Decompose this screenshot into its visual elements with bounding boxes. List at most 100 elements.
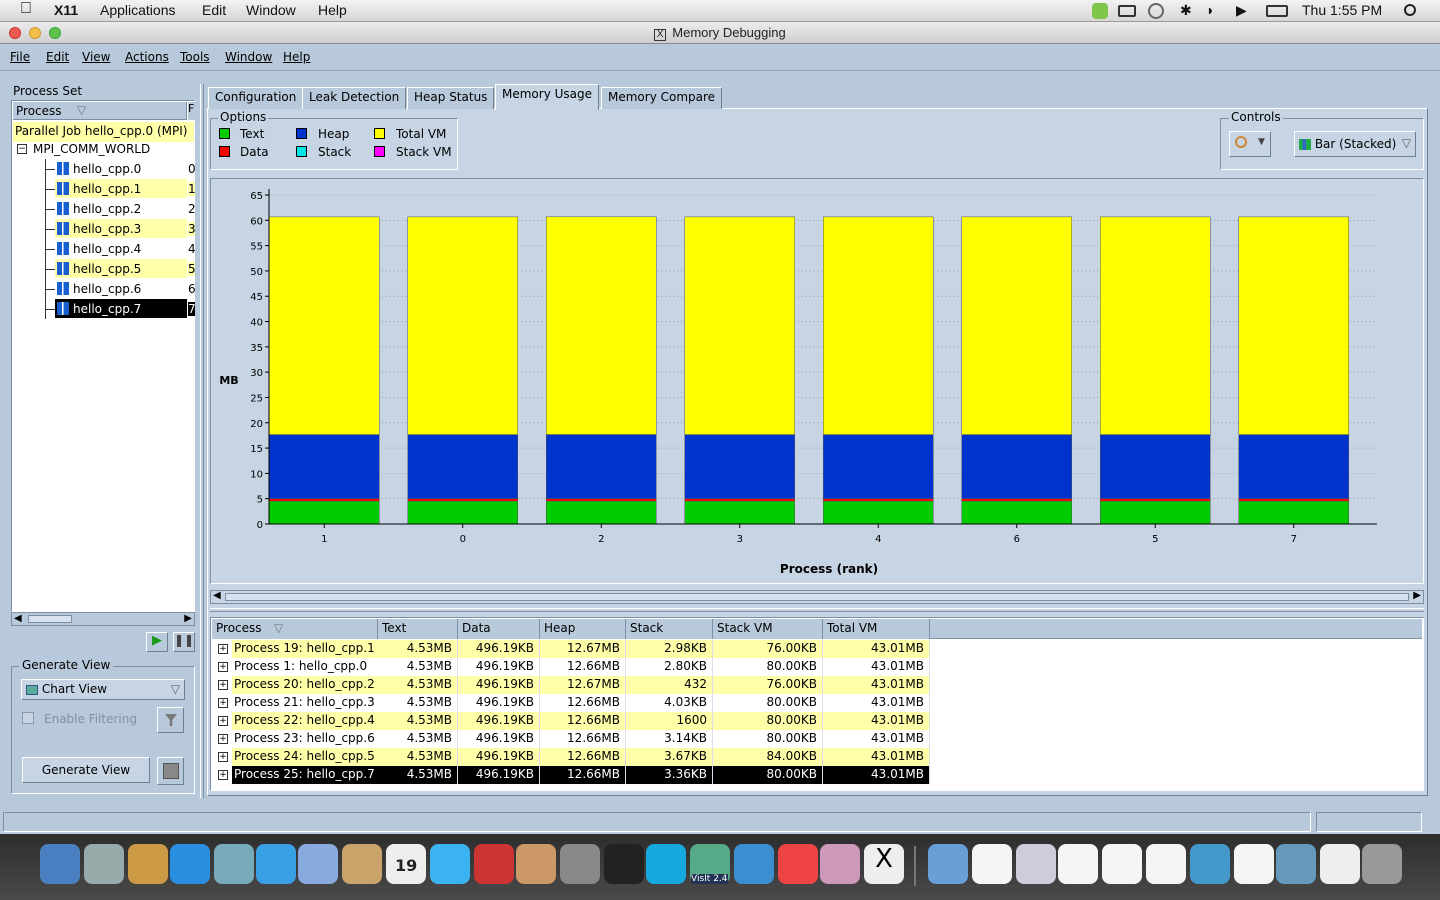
battery-icon[interactable] <box>1266 5 1288 17</box>
table-cell-stack-vm[interactable]: 80.00KB <box>713 766 823 784</box>
tab-configuration[interactable]: Configuration <box>208 87 304 109</box>
iphoto-icon[interactable] <box>516 844 556 884</box>
column-header-heap[interactable]: Heap <box>540 619 626 639</box>
column-header-text[interactable]: Text <box>378 619 458 639</box>
quicktime-icon[interactable] <box>734 844 774 884</box>
system-preferences-icon[interactable] <box>560 844 600 884</box>
mac-app-name[interactable]: X11 <box>54 2 78 18</box>
expand-icon[interactable]: + <box>218 680 228 690</box>
time-machine-icon[interactable] <box>1148 3 1164 19</box>
table-cell-total-vm[interactable]: 43.01MB <box>823 766 930 784</box>
play-icon[interactable]: ▶ <box>146 632 168 652</box>
terminal-icon[interactable] <box>604 844 644 884</box>
table-cell-text[interactable]: 4.53MB <box>378 748 458 766</box>
expand-icon[interactable]: + <box>218 770 228 780</box>
table-sort-icon[interactable]: ▽ <box>274 621 283 635</box>
table-cell-total-vm[interactable]: 43.01MB <box>823 640 930 658</box>
table-row-process[interactable]: Process 1: hello_cpp.0 <box>232 658 378 676</box>
chart-scrollbar[interactable]: ◀ ▶ <box>210 590 1424 604</box>
column-header-total-vm[interactable]: Total VM <box>823 619 930 639</box>
file-icon[interactable] <box>1190 844 1230 884</box>
scroll-right-icon[interactable]: ▶ <box>184 613 192 624</box>
table-cell-total-vm[interactable]: 43.01MB <box>823 694 930 712</box>
table-cell-text[interactable]: 4.53MB <box>378 766 458 784</box>
stack-vm-color-swatch[interactable] <box>374 146 385 157</box>
expand-icon[interactable]: + <box>218 734 228 744</box>
tree-horizontal-scrollbar[interactable]: ◀ ▶ <box>11 612 195 626</box>
table-splitter[interactable] <box>210 608 1424 612</box>
clock[interactable]: Thu 1:55 PM <box>1302 2 1382 18</box>
menu-edit[interactable]: Edit <box>46 50 69 64</box>
file-icon[interactable] <box>1058 844 1098 884</box>
tab-memory-compare[interactable]: Memory Compare <box>601 87 723 109</box>
table-cell-data[interactable]: 496.19KB <box>458 748 540 766</box>
table-cell-stack-vm[interactable]: 80.00KB <box>713 694 823 712</box>
table-row-process[interactable]: Process 21: hello_cpp.3 <box>232 694 378 712</box>
table-cell-heap[interactable]: 12.66MB <box>540 748 626 766</box>
launchpad-icon[interactable] <box>84 844 124 884</box>
tree-process-row[interactable]: hello_cpp.1 1 <box>13 179 195 199</box>
photo-booth-icon[interactable] <box>474 844 514 884</box>
total-vm-color-swatch[interactable] <box>374 128 385 139</box>
chart-type-select[interactable]: Bar (Stacked) ▽ <box>1294 131 1416 157</box>
trash-icon[interactable] <box>1362 844 1402 884</box>
process-tree-header[interactable]: Process ▽ <box>13 102 187 120</box>
heap-color-swatch[interactable] <box>296 128 307 139</box>
table-cell-data[interactable]: 496.19KB <box>458 676 540 694</box>
text-color-swatch[interactable] <box>219 128 230 139</box>
x11-icon[interactable]: X <box>864 844 904 884</box>
table-cell-stack[interactable]: 3.67KB <box>626 748 713 766</box>
table-cell-text[interactable]: 4.53MB <box>378 640 458 658</box>
image-capture-icon[interactable] <box>820 844 860 884</box>
finder-icon[interactable] <box>40 844 80 884</box>
table-cell-heap[interactable]: 12.66MB <box>540 730 626 748</box>
table-cell-stack-vm[interactable]: 76.00KB <box>713 640 823 658</box>
table-cell-heap[interactable]: 12.66MB <box>540 766 626 784</box>
battery-meter-icon[interactable] <box>1118 5 1136 17</box>
file-icon[interactable] <box>1016 844 1056 884</box>
mac-menu-window[interactable]: Window <box>246 2 296 18</box>
tree-process-row[interactable]: hello_cpp.0 0 <box>13 159 195 179</box>
app-store-icon[interactable] <box>170 844 210 884</box>
column-header-stack[interactable]: Stack <box>626 619 713 639</box>
table-cell-heap[interactable]: 12.66MB <box>540 658 626 676</box>
scroll-thumb[interactable] <box>28 615 72 623</box>
menu-tools[interactable]: Tools <box>180 50 210 64</box>
table-cell-data[interactable]: 496.19KB <box>458 730 540 748</box>
table-cell-stack[interactable]: 1600 <box>626 712 713 730</box>
zoom-dropdown-icon[interactable]: ▼ <box>1258 137 1265 147</box>
table-cell-total-vm[interactable]: 43.01MB <box>823 712 930 730</box>
menu-window[interactable]: Window <box>225 50 272 64</box>
table-cell-heap[interactable]: 12.66MB <box>540 694 626 712</box>
table-cell-text[interactable]: 4.53MB <box>378 694 458 712</box>
expand-icon[interactable]: + <box>218 716 228 726</box>
table-row-process[interactable]: Process 25: hello_cpp.7 <box>232 766 378 784</box>
expand-icon[interactable]: + <box>218 644 228 654</box>
tree-process-row[interactable]: hello_cpp.7 7 <box>13 299 195 319</box>
table-cell-data[interactable]: 496.19KB <box>458 712 540 730</box>
bluetooth-icon[interactable]: ✱ <box>1180 2 1192 19</box>
data-color-swatch[interactable] <box>219 146 230 157</box>
expand-icon[interactable]: + <box>218 662 228 672</box>
table-cell-stack[interactable]: 4.03KB <box>626 694 713 712</box>
table-row-process[interactable]: Process 23: hello_cpp.6 <box>232 730 378 748</box>
table-row-process[interactable]: Process 22: hello_cpp.4 <box>232 712 378 730</box>
stop-icon[interactable] <box>157 757 184 785</box>
panel-splitter[interactable] <box>200 84 204 798</box>
table-cell-heap[interactable]: 12.66MB <box>540 712 626 730</box>
scroll-left-icon[interactable]: ◀ <box>14 613 22 624</box>
table-cell-stack-vm[interactable]: 84.00KB <box>713 748 823 766</box>
table-row-process[interactable]: Process 19: hello_cpp.1 <box>232 640 378 658</box>
enable-filtering-checkbox[interactable] <box>22 712 34 724</box>
table-cell-heap[interactable]: 12.67MB <box>540 640 626 658</box>
pause-icon[interactable]: ❚❚ <box>173 632 195 652</box>
table-cell-total-vm[interactable]: 43.01MB <box>823 676 930 694</box>
table-cell-data[interactable]: 496.19KB <box>458 766 540 784</box>
chart-scroll-thumb[interactable] <box>225 593 1409 601</box>
mac-menu-help[interactable]: Help <box>318 2 347 18</box>
table-cell-stack-vm[interactable]: 80.00KB <box>713 730 823 748</box>
tab-heap-status[interactable]: Heap Status <box>407 87 495 109</box>
tree-process-row[interactable]: hello_cpp.3 3 <box>13 219 195 239</box>
table-cell-text[interactable]: 4.53MB <box>378 730 458 748</box>
mission-control-icon[interactable] <box>128 844 168 884</box>
